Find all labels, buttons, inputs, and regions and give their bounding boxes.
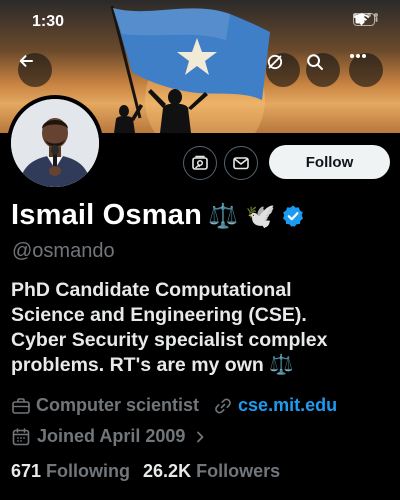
profile-meta: Computer scientist cse.mit.edu (11, 395, 337, 416)
join-date-row: Joined April 2009 (11, 426, 207, 447)
message-icon (233, 157, 249, 170)
profile-bio: PhD Candidate Computational Science and … (11, 278, 396, 378)
name-row: Ismail Osman ⚖️ 🕊️ (11, 199, 305, 232)
name-emojis: ⚖️ 🕊️ (208, 201, 276, 230)
grok-button[interactable] (266, 53, 300, 87)
bio-line: Science and Engineering (CSE). (11, 304, 307, 326)
message-button[interactable] (224, 146, 258, 180)
back-arrow-icon (19, 55, 33, 67)
chevron-right-icon[interactable] (193, 430, 207, 444)
back-button[interactable] (18, 53, 52, 87)
user-handle: @osmando (12, 240, 115, 262)
link-icon (215, 398, 231, 413)
battery-icon (353, 13, 378, 26)
bio-line: problems. RT's are my own ⚖️ (11, 354, 294, 376)
media-icon (192, 155, 208, 170)
following-stat[interactable]: 671 Following (11, 461, 130, 482)
search-icon (307, 54, 323, 70)
more-icon (350, 54, 366, 58)
briefcase-icon (12, 397, 30, 414)
profession-label: Computer scientist (36, 395, 200, 415)
display-name: Ismail Osman (11, 199, 202, 231)
followers-label: Followers (196, 461, 281, 481)
calendar-icon (12, 427, 30, 445)
bio-line: Cyber Security specialist complex (11, 329, 328, 351)
follow-stats: 671 Following 26.2K Followers (11, 461, 280, 482)
profile-avatar[interactable] (7, 95, 103, 191)
bio-line: PhD Candidate Computational (11, 279, 292, 301)
following-count: 671 (11, 461, 42, 481)
status-time: 1:30 (32, 13, 65, 30)
avatar-image (11, 99, 99, 187)
following-label: Following (46, 461, 131, 481)
followers-stat[interactable]: 26.2K Followers (143, 461, 280, 482)
grok-icon (267, 54, 283, 70)
joined-date[interactable]: Joined April 2009 (37, 426, 185, 447)
search-button[interactable] (306, 53, 340, 87)
follow-button[interactable]: Follow (269, 145, 390, 179)
verified-badge-icon[interactable] (281, 204, 305, 228)
more-button[interactable] (349, 53, 383, 87)
followers-count: 26.2K (143, 461, 192, 481)
media-button[interactable] (183, 146, 217, 180)
website-link[interactable]: cse.mit.edu (238, 395, 337, 416)
status-bar: 1:30 (0, 0, 400, 44)
